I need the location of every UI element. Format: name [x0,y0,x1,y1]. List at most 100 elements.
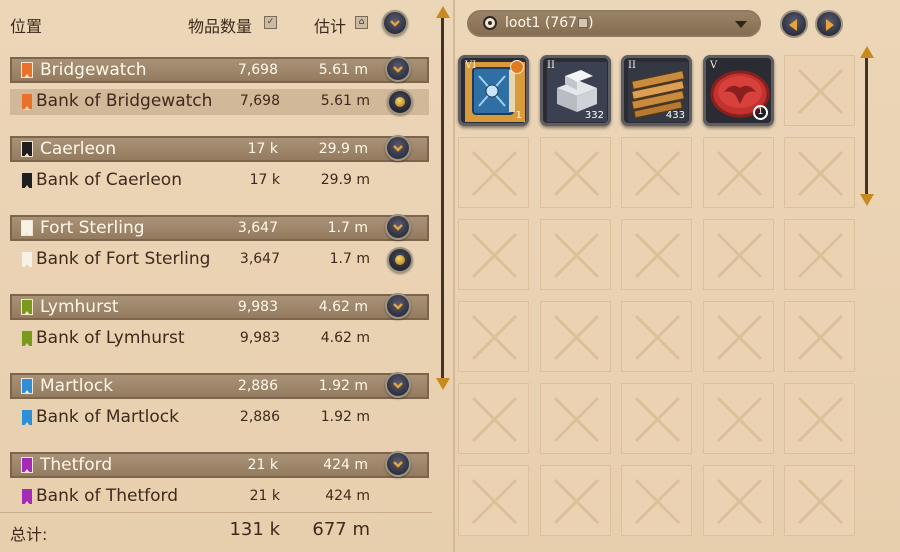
city-quantity: 21 k [247,457,278,473]
bank-row[interactable]: Bank of Lymhurst 9,983 4.62 m [10,326,429,352]
empty-slot[interactable] [703,383,774,454]
empty-slot[interactable] [621,137,692,208]
bank-row[interactable]: Bank of Thetford 21 k 424 m [10,484,429,510]
scroll-down-arrow-icon[interactable] [436,378,450,390]
city-row[interactable]: Lymhurst 9,983 4.62 m [10,293,429,320]
empty-slot[interactable] [703,219,774,290]
arrow-right-icon [826,19,834,31]
empty-slot[interactable] [621,383,692,454]
bank-row[interactable]: Bank of Martlock 2,886 1.92 m [10,405,429,431]
city-quantity: 3,647 [237,220,278,236]
empty-slot[interactable] [458,137,529,208]
inventory-item[interactable]: V1 [703,55,774,126]
bank-quantity: 9,983 [239,330,280,346]
empty-slot[interactable] [703,465,774,536]
bank-name: Bank of Fort Sterling [36,249,211,269]
empty-slot-cross-icon [716,478,763,525]
expand-city-button[interactable] [385,214,411,240]
expand-city-button[interactable] [385,372,411,398]
previous-container-button[interactable] [780,10,808,38]
lock-icon[interactable]: ⌂ [355,16,368,29]
city-name: Lymhurst [40,297,119,317]
city-row[interactable]: Thetford 21 k 424 m [10,451,429,478]
bank-name: Bank of Caerleon [36,170,182,190]
bank-estimate: 424 m [325,488,370,504]
bank-quantity: 2,886 [239,409,280,425]
city-quantity: 2,886 [237,378,278,394]
location-column-header[interactable]: 位置 [10,13,42,37]
quantity-column-header[interactable]: 物品数量 [188,13,252,37]
chevron-down-icon [393,66,403,73]
expand-city-button[interactable] [385,56,411,82]
chevron-down-icon [393,145,403,152]
empty-slot[interactable] [784,219,855,290]
empty-slot-cross-icon [797,396,844,443]
empty-slot[interactable] [458,465,529,536]
bank-estimate: 1.7 m [329,251,370,267]
location-list-scrollbar[interactable] [436,6,450,390]
estimate-column-header[interactable]: 估计 [314,13,346,37]
next-container-button[interactable] [815,10,843,38]
container-select[interactable]: loot1 (767) [467,10,761,37]
inventory-scrollbar[interactable] [860,46,874,206]
empty-slot[interactable] [621,465,692,536]
expand-city-button[interactable] [385,135,411,161]
item-tier: VI [465,60,477,71]
empty-slot-cross-icon [471,478,518,525]
scroll-down-arrow-icon[interactable] [860,194,874,206]
city-flag-icon [21,378,33,394]
empty-slot-cross-icon [634,478,681,525]
empty-slot-cross-icon [716,314,763,361]
open-bank-button[interactable] [387,89,413,115]
empty-slot[interactable] [784,55,855,126]
city-estimate: 5.61 m [318,62,368,78]
city-flag-icon [21,220,33,236]
empty-slot[interactable] [784,137,855,208]
bank-row[interactable]: Bank of Caerleon 17 k 29.9 m [10,168,429,194]
inventory-item[interactable]: II 332 [540,55,611,126]
empty-slot[interactable] [784,383,855,454]
city-estimate: 29.9 m [318,141,368,157]
coin-icon [395,255,405,265]
footer-divider [0,512,432,513]
scroll-up-arrow-icon[interactable] [860,46,874,58]
empty-slot-cross-icon [634,150,681,197]
empty-slot[interactable] [540,219,611,290]
empty-slot[interactable] [458,301,529,372]
open-bank-button[interactable] [387,247,413,273]
scroll-up-arrow-icon[interactable] [436,6,450,18]
inventory-item[interactable]: II 433 [621,55,692,126]
sort-icon[interactable]: ✓ [264,16,277,29]
empty-slot[interactable] [703,301,774,372]
city-row[interactable]: Bridgewatch 7,698 5.61 m [10,56,429,83]
bank-estimate: 1.92 m [320,409,370,425]
empty-slot[interactable] [784,465,855,536]
inventory-item[interactable]: VI 1 [458,55,529,126]
empty-slot[interactable] [540,465,611,536]
bank-row[interactable]: Bank of Bridgewatch 7,698 5.61 m [10,89,429,115]
empty-slot[interactable] [540,137,611,208]
empty-slot[interactable] [621,219,692,290]
bank-estimate: 5.61 m [320,93,370,109]
empty-slot[interactable] [458,383,529,454]
bank-flag-icon [22,410,32,426]
bank-row[interactable]: Bank of Fort Sterling 3,647 1.7 m [10,247,429,273]
city-row[interactable]: Fort Sterling 3,647 1.7 m [10,214,429,241]
city-row[interactable]: Caerleon 17 k 29.9 m [10,135,429,162]
empty-slot[interactable] [703,137,774,208]
empty-slot-cross-icon [553,314,600,361]
collapse-all-button[interactable] [382,10,408,36]
city-name: Thetford [40,455,113,475]
expand-city-button[interactable] [385,451,411,477]
empty-slot[interactable] [540,383,611,454]
empty-slot[interactable] [621,301,692,372]
city-row[interactable]: Martlock 2,886 1.92 m [10,372,429,399]
empty-slot[interactable] [784,301,855,372]
empty-slot[interactable] [540,301,611,372]
scroll-track[interactable] [865,58,868,194]
empty-slot-cross-icon [716,232,763,279]
scroll-track[interactable] [441,18,444,378]
expand-city-button[interactable] [385,293,411,319]
bank-flag-icon [22,173,32,189]
empty-slot[interactable] [458,219,529,290]
